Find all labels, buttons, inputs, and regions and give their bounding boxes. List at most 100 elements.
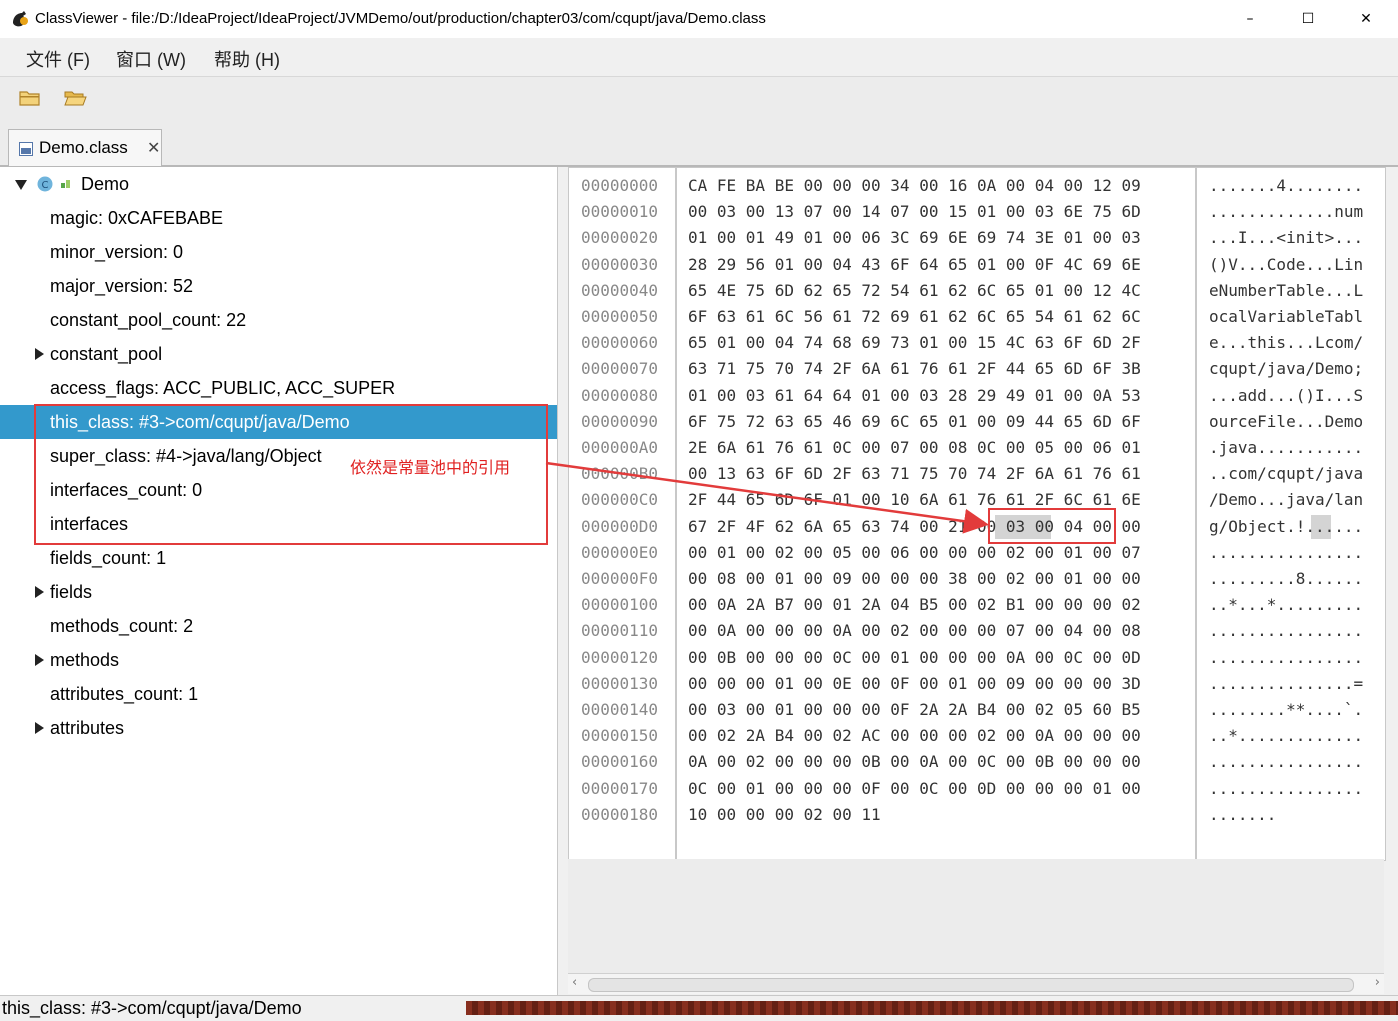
collapse-arrow-icon[interactable] [35, 654, 44, 666]
column-divider [1195, 168, 1197, 860]
tree-item-label: methods [50, 650, 120, 670]
hex-bytes: 28 29 56 01 00 04 43 6F 64 65 01 00 0F 4… [688, 254, 1141, 274]
hex-address: 000000C0 [581, 490, 659, 510]
tree-item-label: access_flags: ACC_PUBLIC, ACC_SUPER [50, 378, 396, 398]
hex-bytes: 00 0B 00 00 00 0C 00 01 00 00 00 0A 00 0… [688, 647, 1141, 667]
tab-demo-class[interactable]: Demo.class ✕ [8, 129, 162, 166]
hex-ascii: cqupt/java/Demo; [1209, 359, 1364, 379]
close-window-button[interactable]: ✕ [1346, 6, 1386, 32]
menu-window[interactable]: 窗口 (W) [116, 46, 186, 72]
hex-address: 000000D0 [581, 516, 659, 536]
hex-ascii: ourceFile...Demo [1209, 411, 1364, 431]
hex-ascii: e...this...Lcom/ [1209, 333, 1364, 353]
title-bar: ClassViewer - file:/D:/IdeaProject/IdeaP… [0, 0, 1398, 38]
folder-open-icon[interactable] [62, 87, 88, 109]
menu-help[interactable]: 帮助 (H) [214, 46, 280, 72]
hex-address: 00000160 [581, 752, 659, 772]
tree-item[interactable]: attributes_count: 1 [0, 677, 557, 711]
annotation-label: 依然是常量池中的引用 [350, 458, 511, 477]
tree-item[interactable]: access_flags: ACC_PUBLIC, ACC_SUPER [0, 371, 557, 405]
hex-address: 000000A0 [581, 438, 659, 457]
hex-address: 00000000 [581, 176, 659, 195]
menu-file[interactable]: 文件 (F) [26, 46, 90, 72]
class-icon: C [37, 176, 53, 192]
hex-address: 00000120 [581, 647, 659, 667]
tree-item-attributes[interactable]: attributes [0, 711, 557, 745]
tab-label: Demo.class [39, 138, 128, 157]
hex-ascii: .........8...... [1209, 569, 1364, 588]
tree-item[interactable]: methods_count: 2 [0, 609, 557, 643]
tree-item-label: attributes_count: 1 [50, 684, 199, 704]
hex-ascii: .......4........ [1209, 176, 1364, 195]
hex-ascii: g/Object.!...... [1209, 516, 1364, 536]
scroll-right-icon[interactable]: › [1375, 975, 1380, 990]
tree-item-constant-pool[interactable]: constant_pool [0, 337, 557, 371]
tree-item[interactable]: minor_version: 0 [0, 235, 557, 269]
hex-ascii: ................ [1209, 647, 1364, 667]
hex-bytes: 0C 00 01 00 00 00 0F 00 0C 00 0D 00 00 0… [688, 778, 1141, 798]
minimize-button[interactable]: – [1230, 6, 1270, 32]
hex-bytes: 01 00 03 61 64 64 01 00 03 28 29 49 01 0… [688, 385, 1141, 405]
tree-item-label: attributes [50, 718, 125, 738]
horizontal-scrollbar[interactable]: ‹ › [568, 973, 1384, 994]
collapse-arrow-icon[interactable] [35, 586, 44, 598]
collapse-arrow-icon[interactable] [35, 722, 44, 734]
hex-ascii: ...I...<init>... [1209, 228, 1364, 248]
menu-bar: 文件 (F) 窗口 (W) 帮助 (H) [0, 38, 1398, 76]
hex-bytes: 00 0A 2A B7 00 01 2A 04 B5 00 02 B1 00 0… [688, 595, 1141, 615]
hex-address: 000000F0 [581, 569, 659, 588]
tree-item-label: constant_pool_count: 22 [50, 310, 247, 330]
empty-panel [568, 859, 1384, 973]
hex-address: 00000130 [581, 673, 659, 693]
package-icon [61, 180, 70, 188]
hex-ascii: ...add...()I...S [1209, 385, 1364, 405]
hex-ascii: /Demo...java/lan [1209, 490, 1364, 510]
hex-bytes: 01 00 01 49 01 00 06 3C 69 6E 69 74 3E 0… [688, 228, 1141, 248]
tree-item-methods[interactable]: methods [0, 643, 557, 677]
scroll-left-icon[interactable]: ‹ [572, 975, 577, 990]
hex-viewer: 00000000 CA FE BA BE 00 00 00 34 00 16 0A… [566, 167, 1386, 995]
collapse-arrow-icon[interactable] [35, 348, 44, 360]
hex-ascii: ................ [1209, 752, 1364, 772]
hex-address: 00000010 [581, 202, 659, 222]
hex-dump[interactable]: 00000000 CA FE BA BE 00 00 00 34 00 16 0A… [568, 167, 1386, 861]
scroll-thumb[interactable] [588, 978, 1354, 992]
hex-ascii: ........**....`. [1209, 700, 1364, 719]
hex-address: 000000B0 [581, 464, 659, 484]
hex-address: 00000100 [581, 595, 659, 615]
tree-item[interactable]: magic: 0xCAFEBABE [0, 201, 557, 235]
folder-icon[interactable] [17, 87, 43, 109]
tree-item[interactable]: fields_count: 1 [0, 541, 557, 575]
hex-ascii: ()V...Code...Lin [1209, 254, 1364, 274]
tab-close-icon[interactable]: ✕ [147, 138, 160, 157]
hex-ascii: eNumberTable...L [1209, 280, 1364, 300]
hex-bytes: 0A 00 02 00 00 00 0B 00 0A 00 0C 00 0B 0… [688, 752, 1141, 772]
hex-address: 00000090 [581, 411, 659, 431]
hex-bytes: 00 03 00 01 00 00 00 0F 2A 2A B4 00 02 0… [688, 700, 1141, 719]
hex-address: 00000040 [581, 280, 659, 300]
toolbar [0, 76, 1398, 122]
hex-bytes: 00 13 63 6F 6D 2F 63 71 75 70 74 2F 6A 6… [688, 464, 1141, 484]
hex-bytes: 00 01 00 02 00 05 00 06 00 00 00 02 00 0… [688, 542, 1141, 562]
tree-root-demo[interactable]: C Demo [0, 167, 557, 201]
tree-item-label: minor_version: 0 [50, 242, 184, 262]
tree-item[interactable]: major_version: 52 [0, 269, 557, 303]
tree-item[interactable]: constant_pool_count: 22 [0, 303, 557, 337]
hex-ascii: ....... [1209, 804, 1277, 824]
tree-item-label: fields_count: 1 [50, 548, 167, 568]
hex-ascii: ..*...*......... [1209, 595, 1364, 615]
status-bar: this_class: #3->com/cqupt/java/Demo [0, 995, 1398, 1021]
expand-arrow-icon[interactable] [15, 180, 27, 190]
column-divider [675, 168, 677, 860]
tree-item-fields[interactable]: fields [0, 575, 557, 609]
hex-bytes: 00 00 00 01 00 0E 00 0F 00 01 00 09 00 0… [688, 673, 1141, 693]
structure-tree: C Demo magic: 0xCAFEBABE minor_version: … [0, 167, 558, 995]
hex-address: 00000150 [581, 726, 659, 746]
hex-bytes: CA FE BA BE 00 00 00 34 00 16 0A 00 04 0… [688, 176, 1141, 195]
hex-address: 00000060 [581, 333, 659, 353]
tree-item-label: constant_pool [50, 344, 163, 364]
maximize-button[interactable]: ☐ [1288, 6, 1328, 32]
hex-ascii: ocalVariableTabl [1209, 307, 1364, 326]
hex-bytes: 2E 6A 61 76 61 0C 00 07 00 08 0C 00 05 0… [688, 438, 1141, 457]
hex-ascii: ................ [1209, 778, 1364, 798]
